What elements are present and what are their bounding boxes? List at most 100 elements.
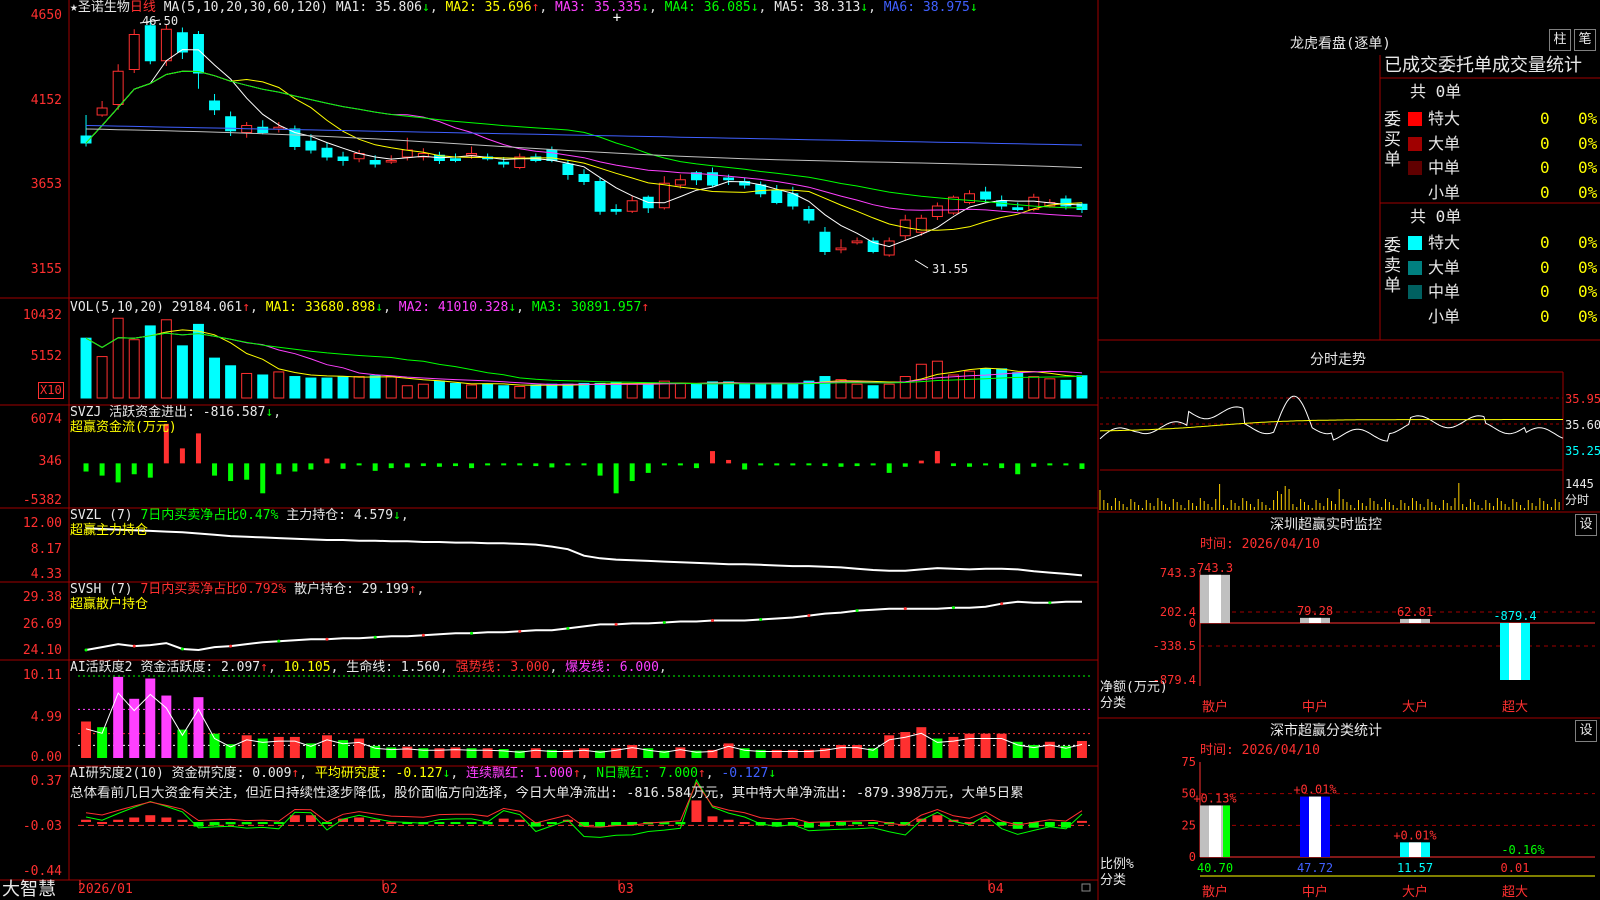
chart-canvas: +743.3202.40-338.5-879.4743.379.28 62.81-… — [0, 0, 1600, 900]
ai-strong-line: 强势线: 3.000 — [455, 660, 550, 675]
monitor-category-label: 超大 — [1502, 700, 1528, 715]
candle-body — [980, 191, 992, 200]
candle-body — [337, 156, 349, 161]
volume-bar — [450, 382, 461, 399]
volume-bar — [192, 323, 204, 399]
activity-bar — [1044, 741, 1055, 758]
candle-body — [771, 189, 783, 203]
order-size-label: 大单 — [1428, 257, 1461, 277]
research-bar — [354, 817, 365, 823]
order-count: 0 — [1540, 257, 1550, 277]
volume-bar — [337, 376, 349, 399]
fund-flow-bar — [533, 463, 539, 467]
high-mark: 46.50 — [142, 14, 179, 28]
axis-svsh-2: 26.69 — [22, 617, 62, 632]
research-bar — [129, 817, 140, 823]
order-size-label: 特大 — [1428, 109, 1461, 128]
volume-bar — [1044, 378, 1056, 399]
fund-flow-bar — [758, 463, 764, 466]
fund-flow-bar — [774, 463, 780, 466]
candle-body — [289, 128, 301, 147]
fund-flow-bar — [1031, 463, 1037, 467]
monitor-category-label: 大户 — [1402, 699, 1428, 715]
activity-bar — [370, 745, 381, 758]
ma6-value: MA6: 38.975 — [883, 0, 970, 15]
class-value-label: 47.72 — [1297, 861, 1333, 875]
svsh-name: 超赢散户持仓 — [70, 597, 149, 612]
background — [0, 0, 1600, 900]
activity-bar — [627, 745, 638, 758]
volume-bar — [498, 385, 510, 399]
candle-body — [883, 240, 895, 256]
star-icon: ★ — [70, 0, 78, 15]
fund-flow-bar — [147, 463, 153, 478]
intraday-title: 分时走势 — [1310, 352, 1366, 368]
retail-dot — [470, 631, 474, 635]
activity-bar — [675, 747, 686, 758]
volume-bar — [417, 383, 429, 399]
retail-dot — [421, 633, 425, 637]
fund-flow-bar — [260, 463, 266, 494]
candle-body — [257, 126, 269, 133]
ai-research-last: -0.127 — [721, 766, 769, 781]
order-size-label: 小单 — [1428, 306, 1461, 326]
volume-bar — [1028, 376, 1040, 399]
volume-bar — [482, 383, 494, 399]
volume-bar — [674, 382, 686, 399]
volume-bar — [771, 382, 783, 399]
bar-mode-button[interactable]: 柱 — [1549, 29, 1571, 51]
order-stat-row: 特大 0 0% — [1408, 229, 1597, 253]
monitor-value-label: 743.3 — [1197, 561, 1233, 575]
axis-ai2-2: -0.03 — [22, 819, 62, 834]
candle-body — [626, 200, 638, 212]
volume-bar — [112, 317, 124, 399]
class-axis-label: 75 — [1182, 755, 1196, 769]
activity-bar — [289, 736, 300, 758]
activity-bar — [980, 733, 991, 758]
color-swatch-icon — [1408, 260, 1422, 275]
ma4-value: MA4: 36.085 — [664, 0, 751, 15]
svsh-legend: SVSH (7) 7日内买卖净占比0.792% 散户持仓: 29.199↑, — [70, 582, 425, 597]
fund-flow-bar — [661, 463, 667, 466]
date-tick-3: 03 — [618, 882, 634, 897]
activity-bar — [145, 678, 156, 758]
order-count: 0 — [1540, 133, 1550, 153]
fund-flow-bar — [501, 463, 507, 466]
monitor-title: 深圳超赢实时监控 — [1270, 517, 1382, 533]
candle-body — [931, 205, 943, 217]
monitor-value-label: 62.81 — [1397, 605, 1433, 619]
fund-flow-bar — [228, 463, 234, 482]
fund-flow-bar — [677, 463, 683, 466]
volume-bar — [241, 372, 253, 399]
order-pct: 0% — [1578, 233, 1598, 252]
stock-name[interactable]: 圣诺生物 — [78, 0, 130, 15]
vol-ma3: MA3: 30891.957 — [531, 300, 642, 315]
order-stat-row: 小单 0 0% — [1408, 179, 1597, 203]
pen-mode-button[interactable]: 笔 — [1574, 29, 1596, 51]
vol-unit[interactable]: X10 — [38, 382, 64, 399]
axis-svzj-1: 6074 — [30, 412, 62, 427]
activity-bar — [113, 676, 124, 758]
research-bar — [1076, 820, 1087, 823]
period-label[interactable]: 日线 — [130, 0, 156, 15]
fund-flow-bar — [967, 463, 973, 467]
order-pct: 0% — [1578, 158, 1598, 177]
class-settings-button[interactable]: 设 — [1575, 720, 1597, 742]
order-count: 0 — [1540, 109, 1550, 128]
activity-bar — [209, 733, 220, 758]
candle-body — [562, 163, 574, 175]
fund-flow-bar — [276, 463, 282, 475]
volume-bar — [690, 383, 702, 399]
activity-bar — [177, 729, 188, 758]
monitor-xlabel: 分类 — [1100, 696, 1127, 711]
class-xlabel: 分类 — [1100, 873, 1127, 888]
candle-body — [209, 100, 221, 111]
low-mark: 31.55 — [932, 262, 969, 276]
volume-bar — [562, 383, 574, 399]
ai-active-v2: 10.105 — [283, 660, 331, 675]
retail-dot — [807, 614, 811, 618]
monitor-settings-button[interactable]: 设 — [1575, 514, 1597, 536]
activity-bar — [273, 736, 284, 758]
research-bar — [257, 822, 268, 825]
fund-flow-bar — [886, 463, 892, 473]
